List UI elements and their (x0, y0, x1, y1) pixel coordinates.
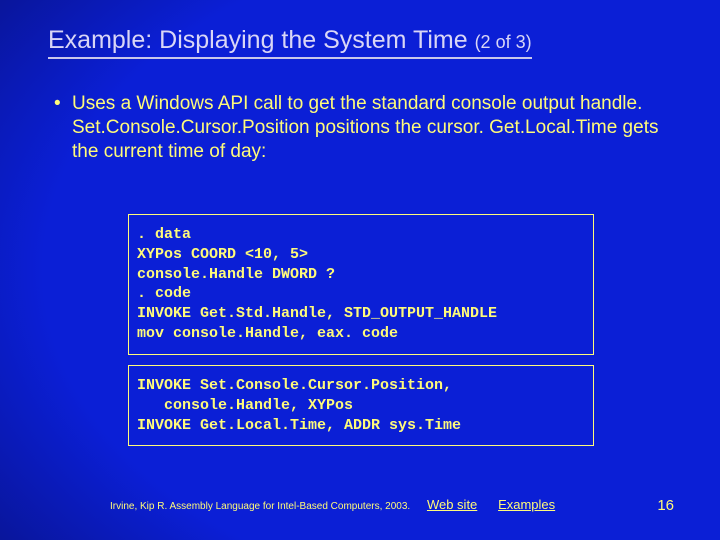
title-part: (2 of 3) (475, 32, 532, 52)
page-number: 16 (657, 497, 674, 514)
footer-credit: Irvine, Kip R. Assembly Language for Int… (110, 501, 410, 512)
slide-title: Example: Displaying the System Time (2 o… (48, 26, 532, 59)
footer: Irvine, Kip R. Assembly Language for Int… (110, 497, 680, 512)
code1-l1: . data (137, 225, 585, 245)
bullet-body: Uses a Windows API call to get the stand… (72, 93, 658, 162)
code2-l3: INVOKE Get.Local.Time, ADDR sys.Time (137, 416, 585, 436)
code2-l2: console.Handle, XYPos (137, 396, 585, 416)
code-block-1: . data XYPos COORD <10, 5> console.Handl… (128, 214, 594, 355)
code1-l2: XYPos COORD <10, 5> (137, 245, 585, 265)
code2-l1: INVOKE Set.Console.Cursor.Position, (137, 376, 585, 396)
slide: Example: Displaying the System Time (2 o… (0, 0, 720, 540)
footer-link-examples[interactable]: Examples (498, 497, 555, 512)
footer-link-website[interactable]: Web site (427, 497, 477, 512)
title-main: Example: Displaying the System Time (48, 26, 468, 54)
code1-l5: INVOKE Get.Std.Handle, STD_OUTPUT_HANDLE (137, 304, 585, 324)
code1-l4: . code (137, 284, 585, 304)
code1-l6: mov console.Handle, eax. code (137, 324, 585, 344)
bullet-text: • Uses a Windows API call to get the sta… (72, 92, 668, 164)
bullet-dot: • (54, 92, 61, 116)
code1-l3: console.Handle DWORD ? (137, 265, 585, 285)
code-block-2: INVOKE Set.Console.Cursor.Position, cons… (128, 365, 594, 446)
